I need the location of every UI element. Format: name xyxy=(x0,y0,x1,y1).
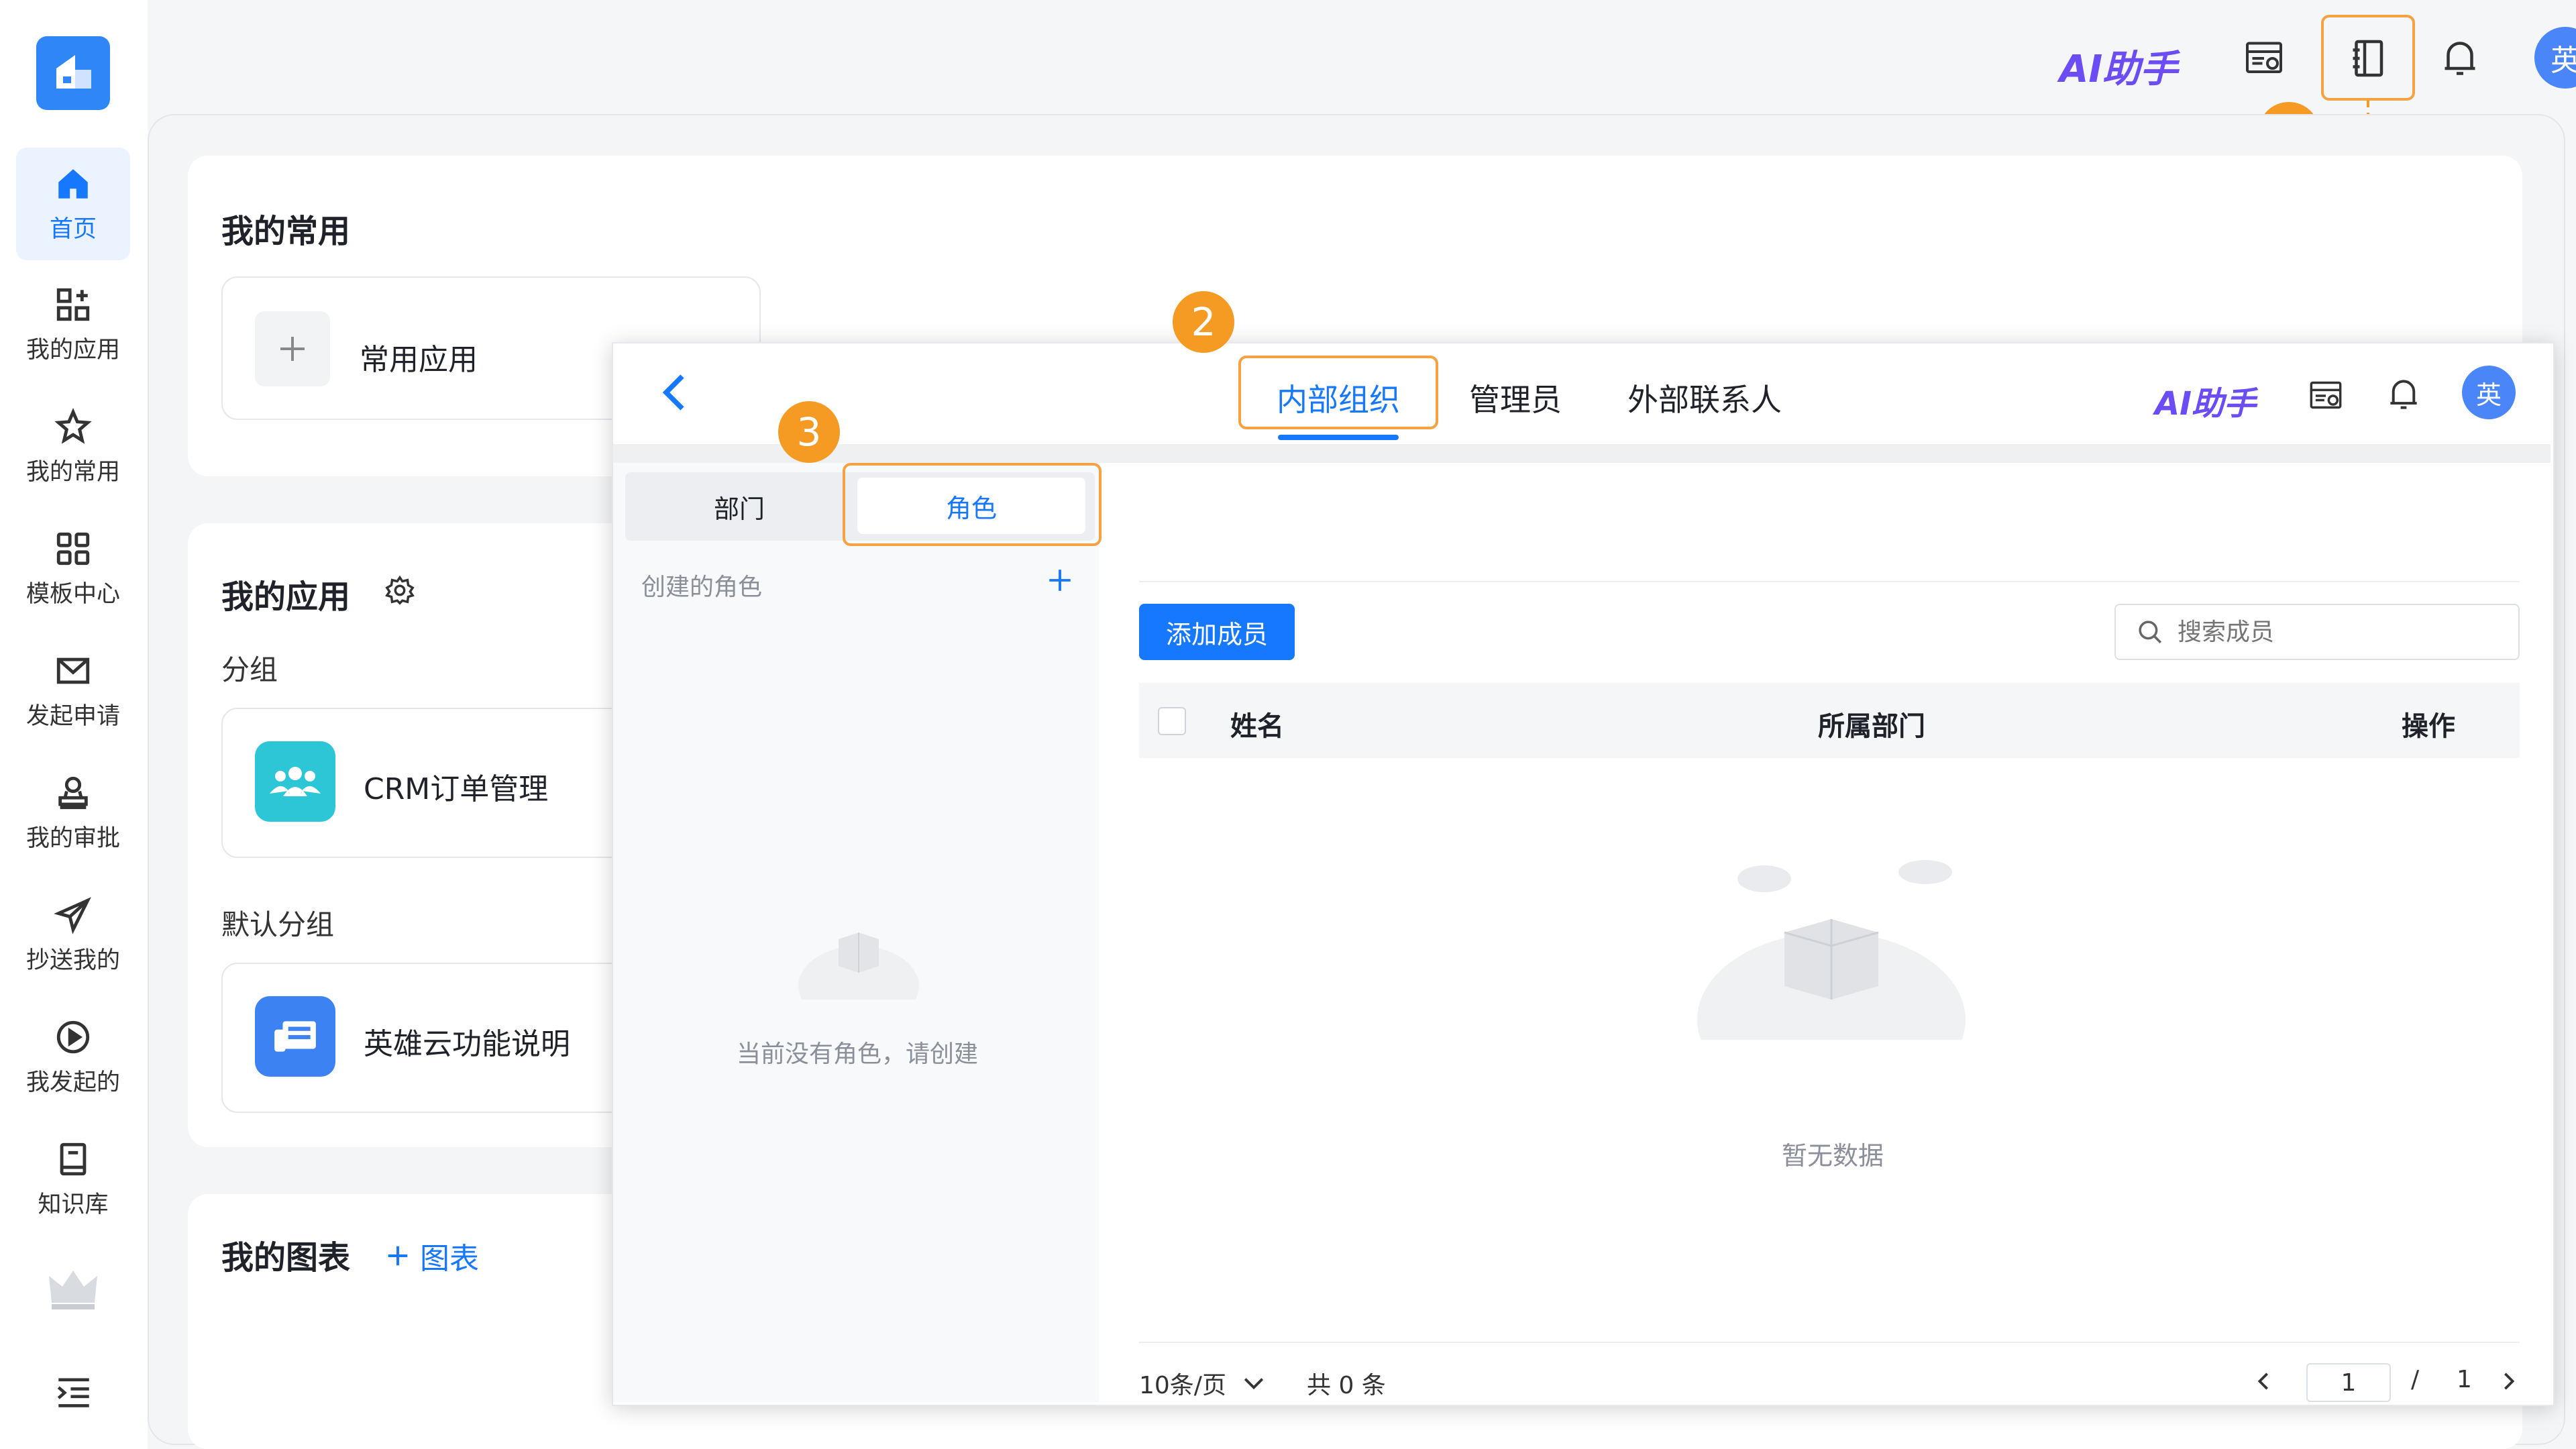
select-all-checkbox[interactable] xyxy=(1158,707,1186,735)
home-icon xyxy=(58,168,88,199)
panel-ai-assistant-button[interactable]: AI助手 xyxy=(2155,377,2256,424)
sidebar-item-label: 我的应用 xyxy=(25,336,120,364)
plus-icon xyxy=(255,311,330,386)
book-icon xyxy=(60,1142,87,1175)
settings-window-icon[interactable] xyxy=(2241,35,2288,82)
prev-page-icon[interactable] xyxy=(2250,1364,2277,1398)
add-role-icon[interactable] xyxy=(1043,564,1077,597)
empty-box-illustration xyxy=(798,932,919,1000)
sidebar-item-label: 首页 xyxy=(49,215,97,243)
sidebar-item-label: 我发起的 xyxy=(25,1069,120,1096)
sidebar-item-templates[interactable]: 模板中心 xyxy=(16,513,130,625)
empty-data-illustration xyxy=(1697,860,1966,1040)
sidebar-item-label: 知识库 xyxy=(38,1191,109,1218)
star-icon xyxy=(54,407,92,444)
column-header-department: 所属部门 xyxy=(1818,711,1925,742)
sidebar-item-approvals[interactable]: 我的审批 xyxy=(16,757,130,869)
annotation-badge-2: 2 xyxy=(1173,291,1234,353)
column-header-name: 姓名 xyxy=(1230,711,1284,742)
tab-internal-org[interactable]: 内部组织 xyxy=(1277,376,1400,420)
page-separator: / xyxy=(2411,1366,2420,1393)
send-icon xyxy=(54,896,91,934)
search-icon xyxy=(2139,621,2161,643)
address-book-icon[interactable] xyxy=(2345,35,2392,82)
created-roles-label: 创建的角色 xyxy=(641,574,763,601)
approval-icon xyxy=(58,776,88,809)
add-member-button[interactable]: 添加成员 xyxy=(1139,604,1295,660)
current-page-input[interactable]: 1 xyxy=(2306,1363,2391,1402)
sidebar-item-favorites[interactable]: 我的常用 xyxy=(16,390,130,503)
empty-table-text: 暂无数据 xyxy=(1782,1141,1884,1171)
add-chart-label: 图表 xyxy=(420,1242,479,1276)
panel-user-avatar[interactable]: 英 xyxy=(2462,366,2516,419)
template-icon xyxy=(56,532,90,565)
crown-icon[interactable] xyxy=(43,1261,103,1315)
tab-admins[interactable]: 管理员 xyxy=(1469,376,1562,420)
panel-settings-window-icon[interactable] xyxy=(2302,372,2349,419)
annotation-badge-3: 3 xyxy=(778,401,840,463)
group-label: 分组 xyxy=(221,653,278,686)
page-size-label: 10条/页 xyxy=(1139,1372,1226,1399)
sidebar-item-my-apps[interactable]: 我的应用 xyxy=(16,268,130,381)
subtab-roles[interactable]: 角色 xyxy=(857,478,1085,534)
subtab-departments[interactable]: 部门 xyxy=(625,472,853,541)
sidebar-item-home[interactable]: 首页 xyxy=(16,148,130,260)
panel-notification-bell-icon[interactable] xyxy=(2380,371,2427,418)
play-icon xyxy=(56,1020,90,1053)
page-size-select[interactable]: 10条/页 xyxy=(1139,1366,1265,1401)
document-icon xyxy=(255,996,335,1077)
column-header-actions: 操作 xyxy=(2402,711,2455,742)
collapse-menu-icon[interactable] xyxy=(47,1368,101,1415)
sidebar-item-knowledge[interactable]: 知识库 xyxy=(16,1123,130,1236)
app-logo[interactable] xyxy=(36,36,110,110)
logo-icon xyxy=(56,55,91,89)
sidebar-item-cc[interactable]: 抄送我的 xyxy=(16,879,130,991)
plus-icon xyxy=(388,1246,408,1266)
help-app-label: 英雄云功能说明 xyxy=(364,1027,570,1061)
sidebar-item-label: 抄送我的 xyxy=(25,947,120,974)
next-page-icon[interactable] xyxy=(2496,1364,2522,1398)
add-chart-button[interactable]: 图表 xyxy=(385,1234,479,1277)
pagination-divider xyxy=(1139,1342,2520,1343)
team-icon xyxy=(255,741,335,822)
sidebar-item-initiated[interactable]: 我发起的 xyxy=(16,1001,130,1114)
sidebar-item-apply[interactable]: 发起申请 xyxy=(16,635,130,747)
search-input[interactable] xyxy=(2176,617,2487,647)
member-search-box[interactable] xyxy=(2114,604,2520,660)
back-chevron-icon[interactable] xyxy=(654,369,694,416)
sidebar-item-label: 发起申请 xyxy=(25,702,120,730)
sidebar: 首页 我的应用 我的常用 模板中心 发起申请 我的审批 抄送我的 我发起的 知识… xyxy=(0,0,148,1449)
gear-icon[interactable] xyxy=(381,572,419,609)
ai-assistant-button[interactable]: AI助手 xyxy=(2059,39,2178,93)
notification-bell-icon[interactable] xyxy=(2436,35,2483,82)
panel-divider xyxy=(613,444,2551,463)
favorites-title: 我的常用 xyxy=(221,213,351,250)
mail-icon xyxy=(56,657,90,684)
sidebar-item-label: 我的常用 xyxy=(25,458,120,486)
empty-roles-text: 当前没有角色，请创建 xyxy=(737,1040,979,1068)
default-group-label: 默认分组 xyxy=(221,908,335,941)
total-pages: 1 xyxy=(2457,1366,2472,1393)
apps-title: 我的应用 xyxy=(221,578,351,616)
sidebar-item-label: 我的审批 xyxy=(25,824,120,852)
tab-external-contacts[interactable]: 外部联系人 xyxy=(1627,376,1782,420)
user-avatar[interactable]: 英 xyxy=(2534,27,2576,89)
add-favorite-label: 常用应用 xyxy=(360,343,478,377)
toolbar-divider xyxy=(1139,581,2520,582)
charts-title: 我的图表 xyxy=(221,1239,351,1277)
chevron-down-icon xyxy=(1244,1378,1264,1390)
active-tab-underline xyxy=(1278,435,1399,440)
apps-icon xyxy=(56,288,90,321)
crm-app-label: CRM订单管理 xyxy=(364,772,549,806)
total-count: 共 0 条 xyxy=(1307,1372,1386,1399)
sidebar-item-label: 模板中心 xyxy=(25,580,120,608)
